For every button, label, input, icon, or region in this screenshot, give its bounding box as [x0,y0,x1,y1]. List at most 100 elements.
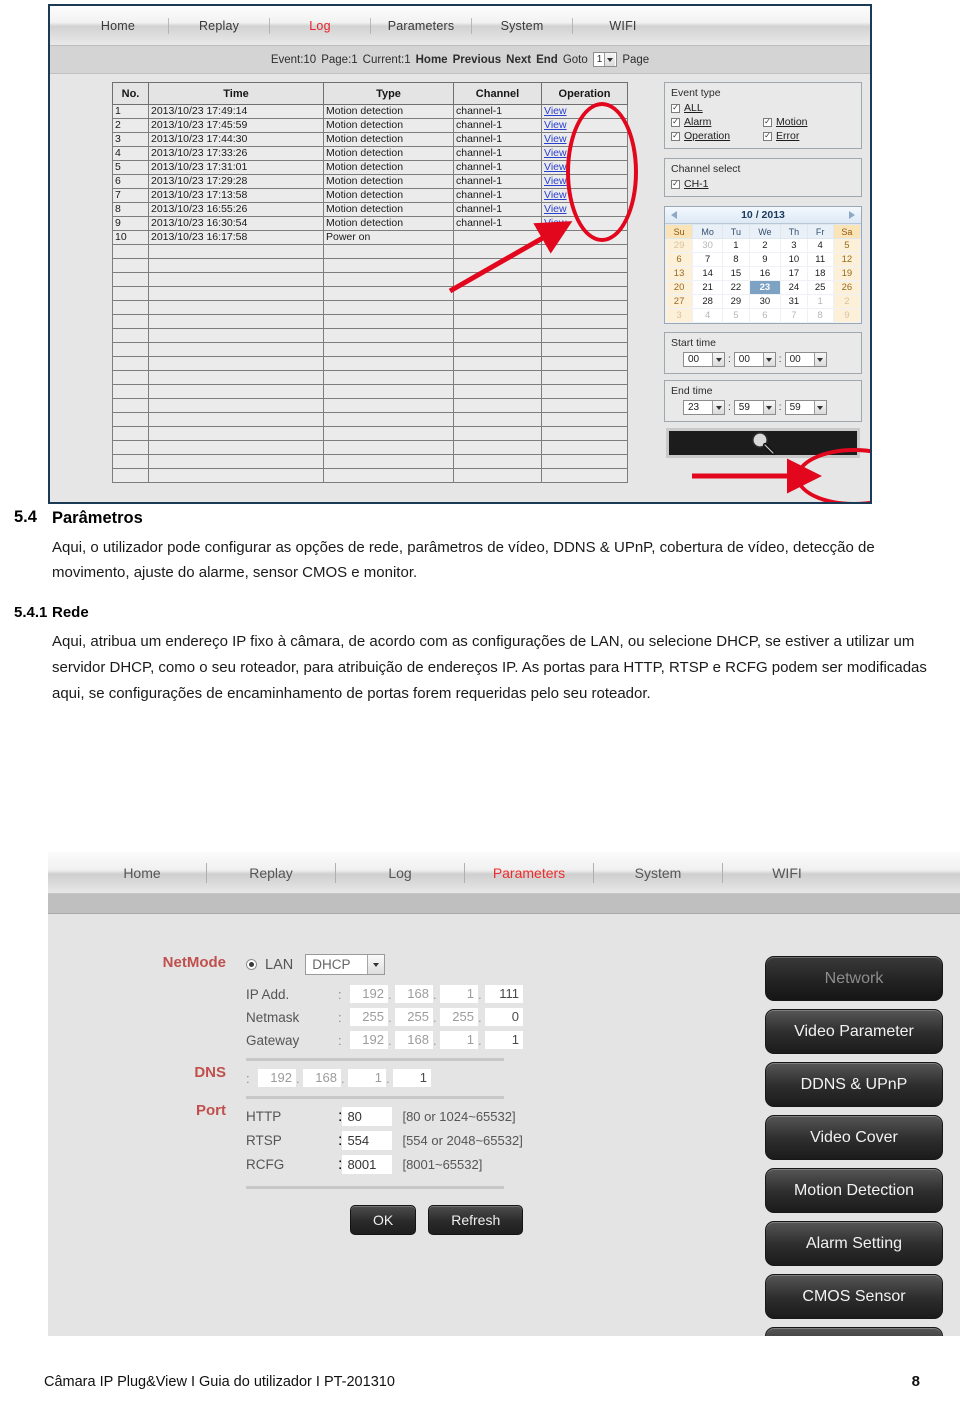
pager-next-link[interactable]: Next [506,54,531,66]
end-time-second-select[interactable]: 59 [784,400,827,415]
date-picker-calendar[interactable]: 10 / 2013 Su Mo Tu We Th Fr Sa 29 30 1 2 3 4 5 6 7 8 9 10… [664,206,862,324]
netmask-octet-3[interactable]: 255 [440,1008,478,1026]
dns-octet-2[interactable]: 168 [303,1069,341,1087]
dns-octet-3[interactable]: 1 [348,1069,386,1087]
calendar-day[interactable]: 15 [722,266,750,281]
calendar-day[interactable]: 11 [806,252,834,267]
ipadd-octet-4[interactable]: 111 [485,985,523,1003]
calendar-day[interactable]: 20 [664,280,694,295]
calendar-day[interactable]: 4 [806,238,834,253]
pager-home-link[interactable]: Home [416,54,448,66]
dns-octet-4[interactable]: 1 [393,1069,431,1087]
view-link[interactable]: View [544,120,567,132]
calendar-day-selected[interactable]: 23 [748,280,782,295]
side-button-motion-detection[interactable]: Motion Detection [765,1168,943,1213]
netmask-octet-1[interactable]: 255 [350,1008,388,1026]
pager-end-link[interactable]: End [536,54,558,66]
calendar-day[interactable]: 31 [780,294,808,309]
view-link[interactable]: View [544,218,567,230]
calendar-day[interactable]: 19 [832,266,862,281]
calendar-day[interactable]: 9 [832,308,862,323]
calendar-day[interactable]: 30 [748,294,782,309]
view-link[interactable]: View [544,106,567,118]
event-type-checkbox-motion[interactable]: ✓ Motion [763,116,845,128]
nav-tab-log[interactable]: Log [270,19,370,33]
calendar-day[interactable]: 5 [722,308,750,323]
calendar-day[interactable]: 8 [722,252,750,267]
netmask-octet-4[interactable]: 0 [485,1008,523,1026]
nav-tab-parameters[interactable]: Parameters [371,19,471,33]
side-button-network[interactable]: Network [765,956,943,1001]
calendar-day[interactable]: 27 [664,294,694,309]
side-button-video-parameter[interactable]: Video Parameter [765,1009,943,1054]
nav-tab-log[interactable]: Log [336,865,464,881]
calendar-day[interactable]: 30 [692,238,724,253]
calendar-day[interactable]: 25 [806,280,834,295]
calendar-day[interactable]: 22 [722,280,750,295]
calendar-day[interactable]: 29 [664,238,694,253]
calendar-day[interactable]: 21 [692,280,724,295]
calendar-day[interactable]: 9 [748,252,782,267]
calendar-day[interactable]: 2 [748,238,782,253]
calendar-day[interactable]: 17 [780,266,808,281]
calendar-day[interactable]: 13 [664,266,694,281]
calendar-day[interactable]: 2 [832,294,862,309]
view-link[interactable]: View [544,176,567,188]
log-search-button[interactable] [666,428,860,458]
event-type-checkbox-all[interactable]: ✓ ALL [671,102,753,114]
start-time-second-select[interactable]: 00 [784,352,827,367]
view-link[interactable]: View [544,162,567,174]
start-time-hour-select[interactable]: 00 [683,352,725,367]
calendar-day[interactable]: 12 [832,252,862,267]
netmask-octet-2[interactable]: 255 [395,1008,433,1026]
ok-button[interactable]: OK [350,1205,417,1235]
start-time-minute-select[interactable]: 00 [733,352,776,367]
nav-tab-system[interactable]: System [594,865,722,881]
ipadd-octet-3[interactable]: 1 [440,985,478,1003]
gateway-octet-4[interactable]: 1 [485,1031,523,1049]
calendar-day[interactable]: 3 [780,238,808,253]
refresh-button[interactable]: Refresh [428,1205,524,1235]
end-time-minute-select[interactable]: 59 [733,400,776,415]
nav-tab-wifi[interactable]: WIFI [573,19,673,33]
calendar-day[interactable]: 16 [748,266,782,281]
nav-tab-home[interactable]: Home [68,19,168,33]
gateway-octet-3[interactable]: 1 [440,1031,478,1049]
pager-goto-select[interactable]: 1 [592,52,618,67]
nav-tab-wifi[interactable]: WIFI [723,865,851,881]
calendar-day[interactable]: 28 [692,294,724,309]
port-input-rcfg[interactable]: 8001 [342,1155,393,1174]
calendar-day[interactable]: 1 [722,238,750,253]
side-button-ddns-upnp[interactable]: DDNS & UPnP [765,1062,943,1107]
lan-radio-button[interactable] [246,959,257,970]
calendar-day[interactable]: 7 [780,308,808,323]
gateway-octet-2[interactable]: 168 [395,1031,433,1049]
ipadd-octet-2[interactable]: 168 [395,985,433,1003]
channel-checkbox-ch1[interactable]: ✓ CH-1 [671,178,753,190]
side-button-alarm-setting[interactable]: Alarm Setting [765,1221,943,1266]
nav-tab-home[interactable]: Home [78,865,206,881]
calendar-day[interactable]: 5 [832,238,862,253]
dns-octet-1[interactable]: 192 [258,1069,296,1087]
end-time-hour-select[interactable]: 23 [683,400,725,415]
calendar-day[interactable]: 3 [664,308,694,323]
calendar-day[interactable]: 1 [806,294,834,309]
side-button-osd-setting[interactable]: OSD Setting [765,1327,943,1336]
calendar-day[interactable]: 26 [832,280,862,295]
calendar-day[interactable]: 29 [722,294,750,309]
view-link[interactable]: View [544,148,567,160]
calendar-day[interactable]: 14 [692,266,724,281]
calendar-day[interactable]: 4 [692,308,724,323]
calendar-day[interactable]: 6 [748,308,782,323]
calendar-next-month-icon[interactable] [849,211,855,219]
event-type-checkbox-operation[interactable]: ✓ Operation [671,130,753,142]
gateway-octet-1[interactable]: 192 [350,1031,388,1049]
event-type-checkbox-alarm[interactable]: ✓ Alarm [671,116,753,128]
pager-previous-link[interactable]: Previous [453,54,502,66]
port-input-http[interactable]: 80 [342,1107,393,1126]
view-link[interactable]: View [544,134,567,146]
netmode-mode-select[interactable]: DHCP [305,954,386,975]
ipadd-octet-1[interactable]: 192 [350,985,388,1003]
view-link[interactable]: View [544,190,567,202]
view-link[interactable]: View [544,204,567,216]
